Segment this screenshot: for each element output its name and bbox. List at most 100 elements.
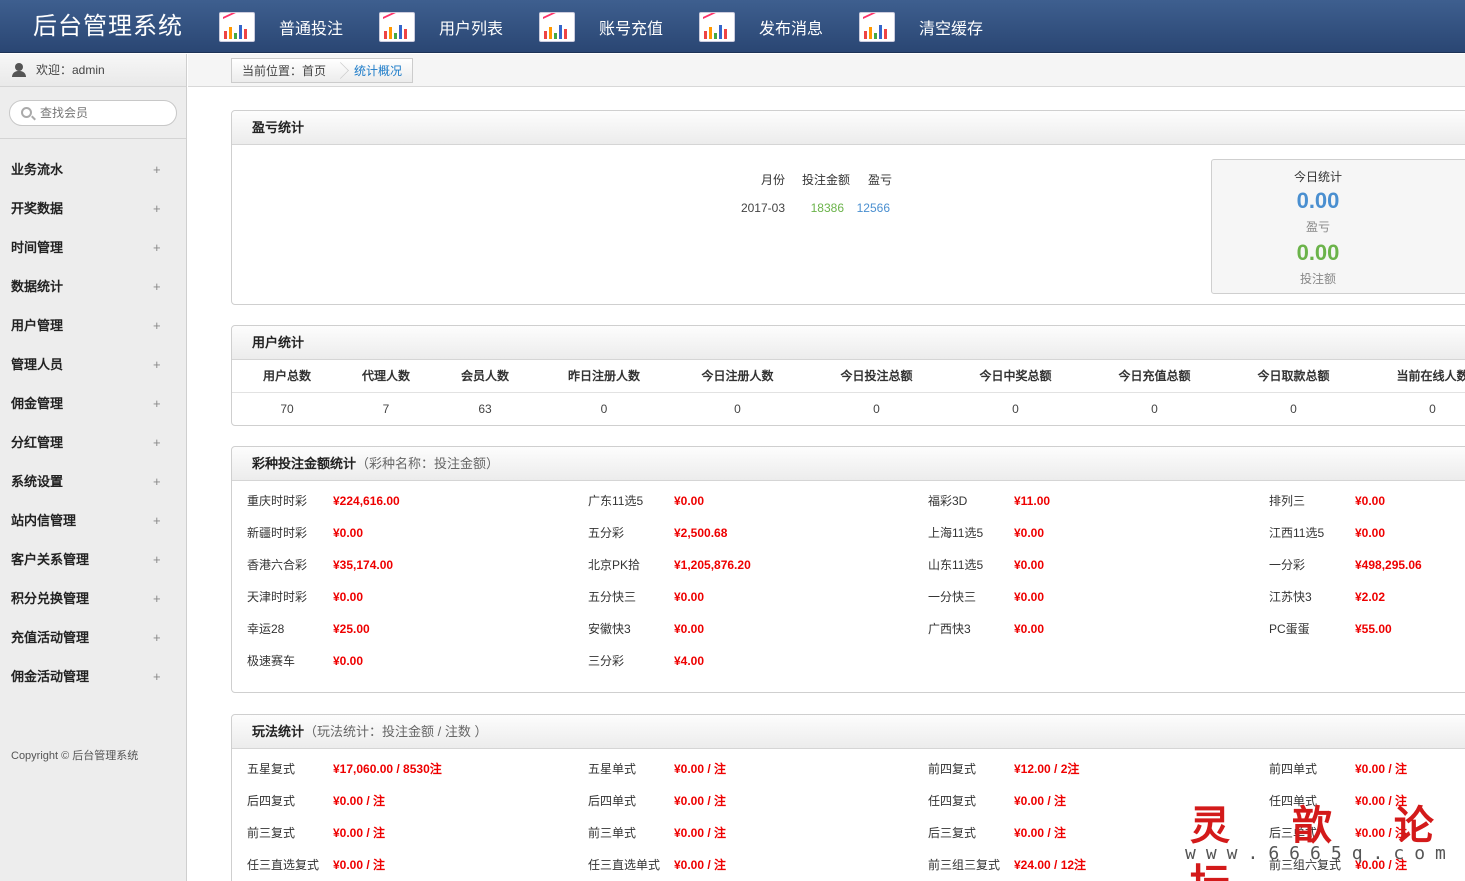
item-value: ¥0.00 [1355,494,1386,508]
item-name: 一分彩 [1269,558,1306,572]
sidebar-item-commission[interactable]: 佣金管理 + [0,384,186,423]
sidebar-item-customer-relations[interactable]: 客户关系管理 + [0,540,186,579]
search-area [0,87,186,139]
list-item: 一分彩 ¥498,295.06 [1269,555,1465,587]
expand-plus-icon[interactable]: + [153,345,161,384]
playtype-stats-panel: 玩法统计（玩法统计：投注金额 / 注数 ） 五星复式 ¥17,060.00 / 8… [231,714,1465,881]
expand-plus-icon[interactable]: + [153,540,161,579]
item-name: 福彩3D [928,494,968,508]
sidebar-item-recharge-activity[interactable]: 充值活动管理 + [0,618,186,657]
list-item: 任三直选复式 ¥0.00 / 注 [247,855,577,881]
list-item: 安徽快3 ¥0.00 [588,619,918,651]
expand-plus-icon[interactable]: + [153,228,161,267]
sidebar-item-business-flow[interactable]: 业务流水 + [0,150,186,189]
breadcrumb-home[interactable]: 当前位置：首页 [232,62,336,79]
list-item: 后三单式 ¥0.00 / 注 [1269,823,1465,855]
list-item: 前四单式 ¥0.00 / 注 [1269,759,1465,791]
sidebar-item-dividend[interactable]: 分红管理 + [0,423,186,462]
member-search-box[interactable] [9,100,177,126]
list-item: 后四复式 ¥0.00 / 注 [247,791,577,823]
sidebar-item-label: 充值活动管理 [11,630,90,645]
item-value: ¥1,205,876.20 [674,558,751,572]
item-name: 前三组六复式 [1269,858,1342,872]
expand-plus-icon[interactable]: + [153,501,161,540]
sidebar-item-data-statistics[interactable]: 数据统计 + [0,267,186,306]
sidebar-item-commission-activity[interactable]: 佣金活动管理 + [0,657,186,696]
cell-value: 63 [478,402,492,416]
profit-table: 月份 投注金额 盈亏 2017-03 18386 12566 [732,166,892,222]
list-item: 广西快3 ¥0.00 [928,619,1258,651]
breadcrumb-bar: 当前位置：首页 统计概况 [188,54,1465,87]
sidebar-item-site-messages[interactable]: 站内信管理 + [0,501,186,540]
list-item: 排列三 ¥0.00 [1269,491,1465,523]
copyright: Copyright © 后台管理系统 [11,750,139,762]
item-name: 前四复式 [928,762,977,776]
expand-plus-icon[interactable]: + [153,306,161,345]
breadcrumb-separator-icon [336,59,346,82]
user-stats-panel: 用户统计 用户总数 代理人数 会员人数 昨日注册人数 今日注册人数 今日投注总额… [231,325,1465,426]
sidebar-item-points-exchange[interactable]: 积分兑换管理 + [0,579,186,618]
sidebar-item-time-management[interactable]: 时间管理 + [0,228,186,267]
nav-item-clear-cache[interactable]: 清空缓存 [855,0,1015,53]
item-name: 极速赛车 [247,654,296,668]
list-item: 任三直选单式 ¥0.00 / 注 [588,855,918,881]
item-value: ¥0.00 [1014,526,1045,540]
item-value: ¥0.00 [674,494,705,508]
item-value: ¥4.00 [674,654,705,668]
sidebar-item-label: 系统设置 [11,474,64,489]
list-item: 五分快三 ¥0.00 [588,587,918,619]
nav-item-user-list[interactable]: 用户列表 [375,0,535,53]
item-name: 江苏快3 [1269,590,1312,604]
expand-plus-icon[interactable]: + [153,657,161,696]
sidebar-item-label: 业务流水 [11,162,64,177]
item-value: ¥0.00 [674,622,705,636]
expand-plus-icon[interactable]: + [153,462,161,501]
col-profit: 盈亏 [867,173,892,187]
cell-value: 0 [1012,402,1019,416]
col-header: 当前在线人数 [1396,369,1465,383]
list-item: 一分快三 ¥0.00 [928,587,1258,619]
expand-plus-icon[interactable]: + [153,579,161,618]
list-item: 前三复式 ¥0.00 / 注 [247,823,577,855]
list-item: 任四单式 ¥0.00 / 注 [1269,791,1465,823]
expand-plus-icon[interactable]: + [153,150,161,189]
item-name: 江西11选5 [1269,526,1325,540]
list-item: 五星单式 ¥0.00 / 注 [588,759,918,791]
item-name: 香港六合彩 [247,558,308,572]
list-item: 广东11选5 ¥0.00 [588,491,918,523]
expand-plus-icon[interactable]: + [153,618,161,657]
sidebar-item-draw-data[interactable]: 开奖数据 + [0,189,186,228]
item-name: 前三组三复式 [928,858,1001,872]
list-item: 重庆时时彩 ¥224,616.00 [247,491,577,523]
item-value: ¥0.00 [674,590,705,604]
item-value: ¥0.00 / 注 [1355,794,1408,808]
sidebar-item-admin-staff[interactable]: 管理人员 + [0,345,186,384]
breadcrumb: 当前位置：首页 统计概况 [231,58,414,83]
expand-plus-icon[interactable]: + [153,384,161,423]
cell-bet: 18386 [810,201,844,215]
app-title: 后台管理系统 [33,13,183,40]
expand-plus-icon[interactable]: + [153,189,161,228]
col-header: 今日充值总额 [1118,369,1191,383]
member-search-input[interactable] [40,105,170,121]
item-value: ¥0.00 / 注 [333,794,386,808]
list-item: 江苏快3 ¥2.02 [1269,587,1465,619]
item-value: ¥11.00 [1014,494,1051,508]
expand-plus-icon[interactable]: + [153,267,161,306]
item-value: ¥0.00 / 注 [1014,794,1067,808]
nav-item-normal-bet[interactable]: 普通投注 [215,0,375,53]
table-row: 70 7 63 0 0 0 0 0 0 0 [232,393,1465,426]
list-item: 江西11选5 ¥0.00 [1269,523,1465,555]
cell-value: 0 [1290,402,1297,416]
nav-item-account-recharge[interactable]: 账号充值 [535,0,695,53]
nav-item-publish-message[interactable]: 发布消息 [695,0,855,53]
expand-plus-icon[interactable]: + [153,423,161,462]
sidebar-item-label: 用户管理 [11,318,64,333]
sidebar-item-label: 时间管理 [11,240,64,255]
sidebar-item-user-management[interactable]: 用户管理 + [0,306,186,345]
sidebar-item-label: 佣金管理 [11,396,64,411]
cell-value: 0 [734,402,741,416]
list-item: 北京PK拾 ¥1,205,876.20 [588,555,918,587]
sidebar-item-system-settings[interactable]: 系统设置 + [0,462,186,501]
breadcrumb-current[interactable]: 统计概况 [346,62,412,79]
